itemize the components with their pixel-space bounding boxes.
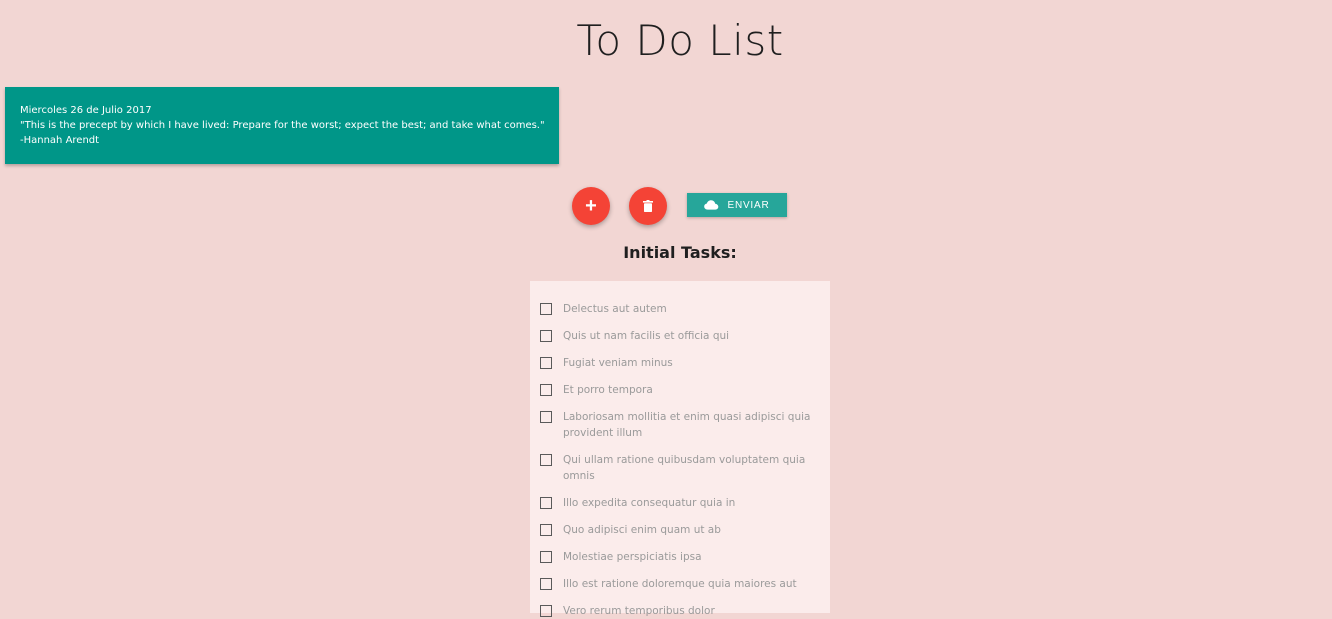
delete-tasks-button[interactable] xyxy=(629,187,667,225)
quote-card: Miercoles 26 de Julio 2017 "This is the … xyxy=(5,87,559,164)
task-item[interactable]: Fugiat veniam minus xyxy=(530,355,830,371)
quote-author: -Hannah Arendt xyxy=(20,135,100,146)
send-button[interactable]: ENVIAR xyxy=(687,193,787,217)
task-checkbox[interactable] xyxy=(540,578,552,590)
task-item[interactable]: Molestiae perspiciatis ipsa xyxy=(530,549,830,565)
task-item[interactable]: Quis ut nam facilis et officia qui xyxy=(530,328,830,344)
page-title: To Do List xyxy=(576,16,784,65)
task-item[interactable]: Vero rerum temporibus dolor xyxy=(530,603,830,619)
tasks-heading: Initial Tasks: xyxy=(623,243,737,262)
quote-date: Miercoles 26 de Julio 2017 xyxy=(20,105,152,116)
cloud-icon xyxy=(704,200,719,210)
task-label: Illo est ratione doloremque quia maiores… xyxy=(563,578,797,590)
task-checkbox[interactable] xyxy=(540,605,552,617)
task-label: Quo adipisci enim quam ut ab xyxy=(563,524,721,536)
task-checkbox[interactable] xyxy=(540,411,552,423)
task-label: Illo expedita consequatur quia in xyxy=(563,497,736,509)
task-label: Delectus aut autem xyxy=(563,303,667,315)
task-item[interactable]: Qui ullam ratione quibusdam voluptatem q… xyxy=(530,452,830,484)
task-checkbox[interactable] xyxy=(540,551,552,563)
task-item[interactable]: Illo expedita consequatur quia in xyxy=(530,495,830,511)
task-checkbox[interactable] xyxy=(540,497,552,509)
task-list: Delectus aut autem Quis ut nam facilis e… xyxy=(530,301,830,619)
task-label: Et porro tempora xyxy=(563,384,653,396)
task-item[interactable]: Laboriosam mollitia et enim quasi adipis… xyxy=(530,409,830,441)
task-label: Qui ullam ratione quibusdam voluptatem q… xyxy=(563,454,806,482)
quote-text: "This is the precept by which I have liv… xyxy=(20,120,545,131)
plus-icon: + xyxy=(585,195,597,217)
task-label: Laboriosam mollitia et enim quasi adipis… xyxy=(563,411,811,439)
task-item[interactable]: Quo adipisci enim quam ut ab xyxy=(530,522,830,538)
task-checkbox[interactable] xyxy=(540,384,552,396)
task-label: Quis ut nam facilis et officia qui xyxy=(563,330,730,342)
add-task-button[interactable]: + xyxy=(572,187,610,225)
task-checkbox[interactable] xyxy=(540,357,552,369)
task-checkbox[interactable] xyxy=(540,303,552,315)
task-label: Fugiat veniam minus xyxy=(563,357,673,369)
send-button-label: ENVIAR xyxy=(727,199,770,211)
trash-icon xyxy=(643,200,653,212)
task-label: Molestiae perspiciatis ipsa xyxy=(563,551,702,563)
task-checkbox[interactable] xyxy=(540,454,552,466)
task-item[interactable]: Delectus aut autem xyxy=(530,301,830,317)
task-checkbox[interactable] xyxy=(540,524,552,536)
task-checkbox[interactable] xyxy=(540,330,552,342)
task-item[interactable]: Illo est ratione doloremque quia maiores… xyxy=(530,576,830,592)
task-panel: Delectus aut autem Quis ut nam facilis e… xyxy=(530,281,830,617)
task-item[interactable]: Et porro tempora xyxy=(530,382,830,398)
task-label: Vero rerum temporibus dolor xyxy=(563,605,715,617)
